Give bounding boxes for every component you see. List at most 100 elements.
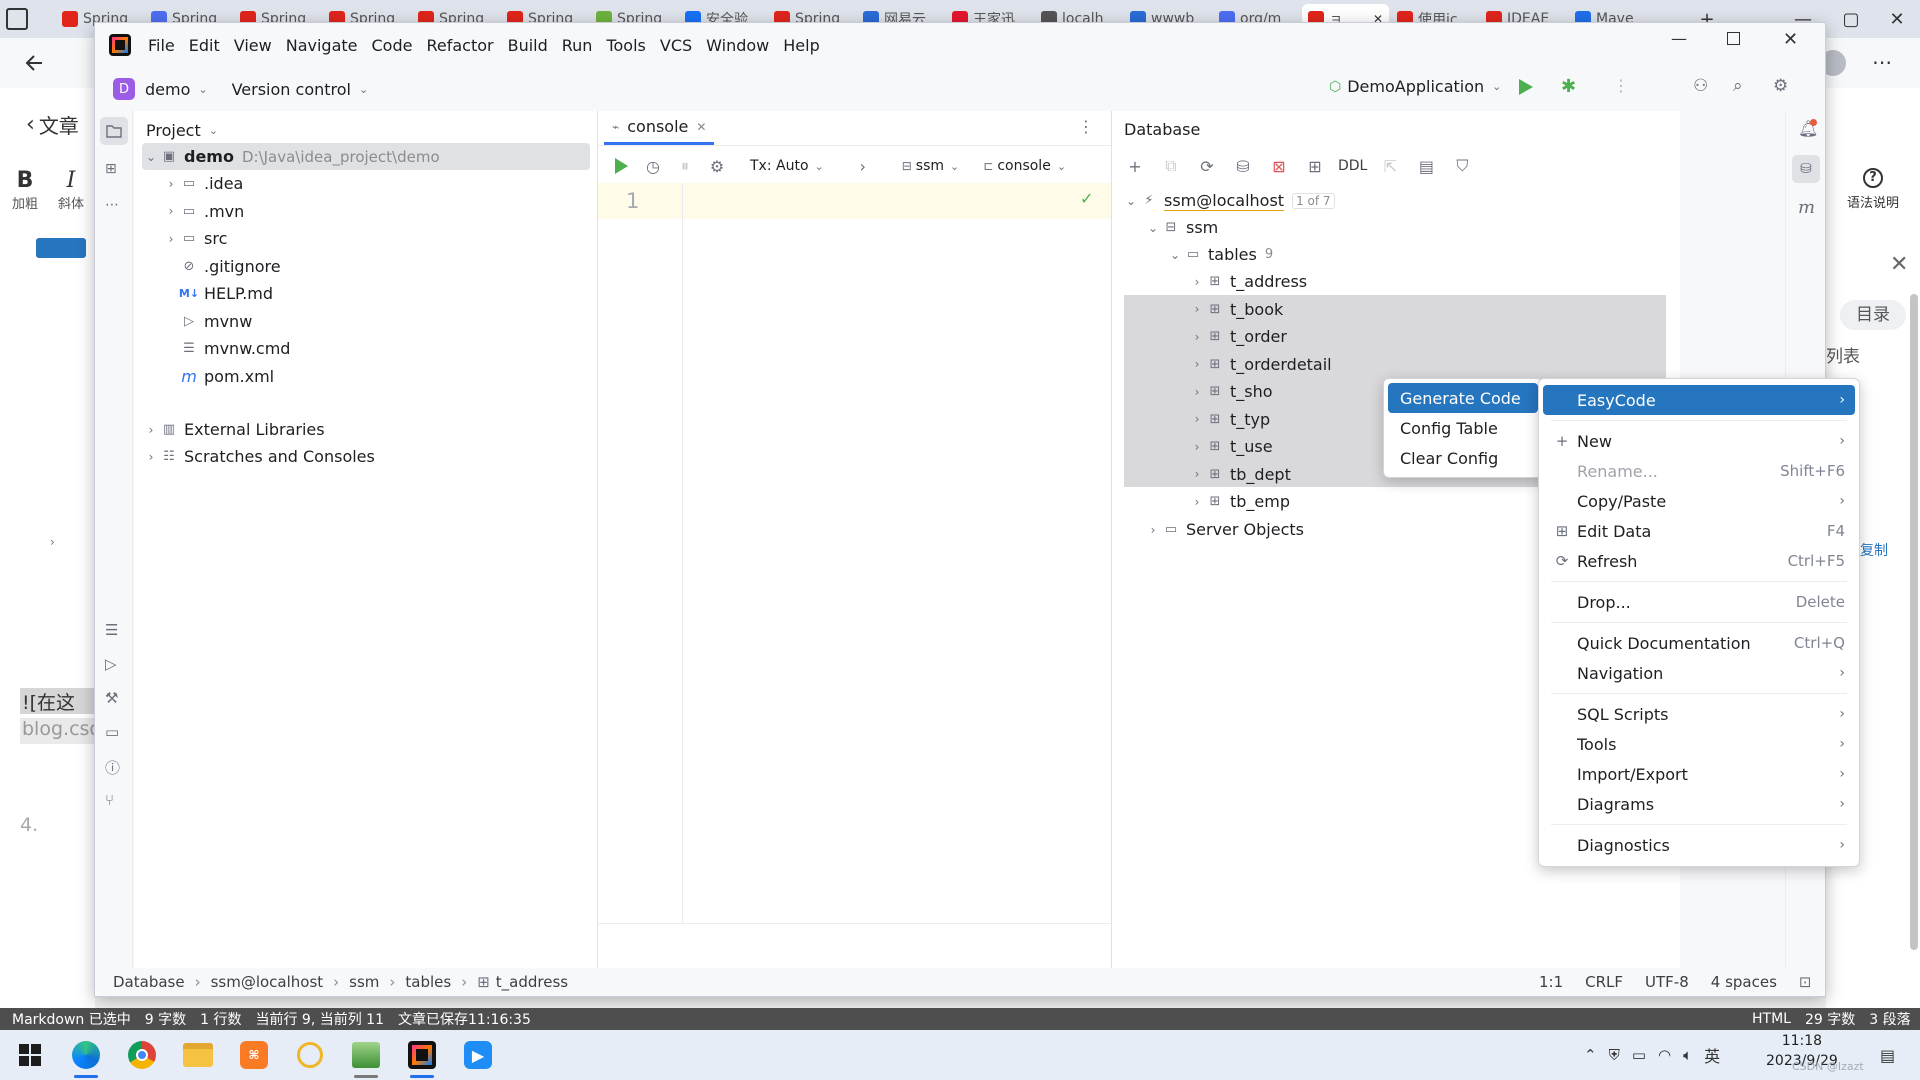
project-root[interactable]: ⌄ ▣ demo D:\Java\idea_project\demo [142,143,590,170]
database-tool-icon[interactable]: ⛁ [1792,155,1820,183]
xampp-icon[interactable]: ⌘ [226,1030,282,1080]
breadcrumb-item[interactable]: Database [113,973,185,991]
menu-item-config-table[interactable]: Config Table [1388,413,1538,443]
intellij-logo-icon[interactable] [109,34,131,56]
more-options-icon[interactable]: ⋯ [1872,50,1892,74]
chevron-right-icon[interactable]: › [850,153,876,179]
problems-tool-icon[interactable]: ⓘ [105,757,120,778]
ddl-button[interactable]: DDL [1338,158,1367,174]
terminal-tool-icon[interactable]: ▭ [105,723,119,741]
run-config-selector[interactable]: ⬡ DemoApplication ⌄ [1329,77,1501,96]
menu-item-drop[interactable]: Drop... Delete [1543,587,1855,617]
menu-refactor[interactable]: Refactor [419,36,500,55]
chevron-right-icon[interactable]: › [1188,465,1206,483]
project-item[interactable]: › ▭ src [162,225,228,252]
menu-item-new[interactable]: + New › [1543,426,1855,456]
menu-item-sql-scripts[interactable]: SQL Scripts › [1543,699,1855,729]
window-close-icon[interactable]: ✕ [1783,29,1798,50]
menu-item-quick-documentation[interactable]: Quick Documentation Ctrl+Q [1543,628,1855,658]
chevron-down-icon[interactable]: ⌄ [1166,246,1184,264]
chevron-right-icon[interactable]: › [1144,521,1162,539]
db-table[interactable]: › ⊞ t_address [1188,268,1308,295]
tray-battery-icon[interactable]: ▭ [1632,1046,1646,1064]
tab-console[interactable]: ⌁ console ✕ [604,111,715,145]
intellij-taskbar-icon[interactable] [394,1030,450,1080]
menu-item-navigation[interactable]: Navigation › [1543,658,1855,688]
more-tools-icon[interactable]: ⋯ [105,197,119,213]
table-icon[interactable]: ⊞ [1302,153,1328,179]
window-minimize-icon[interactable]: — [1671,29,1687,48]
db-tables-folder[interactable]: ⌄ ▭ tables 9 [1166,241,1273,268]
line-separator[interactable]: CRLF [1585,973,1623,991]
chevron-right-icon[interactable]: › [1188,493,1206,511]
close-tab-icon[interactable]: ✕ [696,120,706,134]
feishu-icon[interactable]: ▶ [450,1030,506,1080]
menu-help[interactable]: Help [776,36,826,55]
menu-item-generate-code[interactable]: Generate Code [1388,383,1538,413]
code-editor[interactable]: 1 ✓ [598,183,1111,923]
jump-icon[interactable]: ⇱ [1377,153,1403,179]
breadcrumb-item[interactable]: ⊞ t_address [477,973,568,991]
notification-center-icon[interactable]: ▤ [1880,1046,1895,1065]
menu-code[interactable]: Code [365,36,420,55]
chevron-right-icon[interactable]: › [1188,300,1206,318]
menu-item-edit-data[interactable]: ⊞ Edit Data F4 [1543,516,1855,546]
git-tool-icon[interactable]: ⑂ [105,791,114,809]
syntax-help-button[interactable]: ? 语法说明 [1832,168,1914,211]
project-item[interactable]: m pom.xml [162,363,274,390]
settings-gear-icon[interactable]: ⚙ [704,153,730,179]
services-tool-icon[interactable]: ▷ [105,655,117,673]
toc-button[interactable]: 目录 [1840,300,1906,330]
markdown-line[interactable]: blog.csd [20,718,104,744]
tab-actions-icon[interactable] [6,8,28,30]
caret-position[interactable]: 1:1 [1539,973,1563,991]
chevron-right-icon[interactable]: › [1188,355,1206,373]
menu-build[interactable]: Build [501,36,555,55]
history-icon[interactable]: ◷ [640,153,666,179]
italic-button[interactable]: I 斜体 [56,168,86,212]
menu-item-clear-config[interactable]: Clear Config [1388,443,1538,473]
input-method-indicator[interactable]: 英 [1704,1043,1720,1067]
copy-icon[interactable]: ⧉ [1158,153,1184,179]
db-table[interactable]: › ⊞ t_book [1188,296,1284,323]
markdown-line[interactable]: ![在这里 [20,688,95,741]
menu-run[interactable]: Run [555,36,600,55]
more-vertical-icon[interactable]: ⋮ [1613,76,1629,95]
menu-window[interactable]: Window [699,36,776,55]
settings-gear-icon[interactable]: ⚙ [1773,76,1788,96]
breadcrumb-item[interactable]: tables [405,973,451,991]
edge-browser-icon[interactable] [58,1030,114,1080]
db-properties-icon[interactable]: ⛁ [1230,153,1256,179]
db-schema[interactable]: ⌄ ⊟ ssm [1144,214,1218,241]
chevron-right-icon[interactable]: › [1188,328,1206,346]
project-item[interactable]: M↓ HELP.md [162,280,273,307]
project-item-scratches[interactable]: › ☷ Scratches and Consoles [142,443,375,470]
lock-icon[interactable]: ⊡ [1799,973,1812,991]
menu-item-tools[interactable]: Tools › [1543,729,1855,759]
tray-chevron-up-icon[interactable]: ⌃ [1584,1046,1597,1064]
project-tool-icon[interactable] [100,117,128,145]
project-item-external[interactable]: › ▥ External Libraries [142,416,325,443]
menu-tools[interactable]: Tools [599,36,652,55]
refresh-icon[interactable]: ⟳ [1194,153,1220,179]
filter-icon[interactable]: ⛉ [1449,153,1475,179]
debug-icon[interactable]: ✱ [1561,76,1576,97]
chevron-right-icon[interactable]: › [1188,410,1206,428]
breadcrumb-item[interactable]: ssm@localhost [211,973,324,991]
maven-tool-icon[interactable]: m [1798,197,1815,218]
scrollbar[interactable] [1910,294,1918,950]
tray-volume-icon[interactable]: 🔈︎ [1683,1046,1692,1064]
db-table[interactable]: › ⊞ t_order [1188,323,1287,350]
chevron-right-icon[interactable]: › [162,230,180,248]
db-table[interactable]: › ⊞ tb_dept [1188,461,1291,488]
menu-vcs[interactable]: VCS [653,36,699,55]
database-tool-icon[interactable]: ☰ [105,621,118,639]
run-icon[interactable] [1519,79,1533,95]
breadcrumb-item[interactable]: ssm [349,973,379,991]
tx-mode-selector[interactable]: Tx: Auto ⌄ [750,158,824,174]
file-encoding[interactable]: UTF-8 [1645,973,1689,991]
chevron-right-icon[interactable]: › [142,421,160,439]
add-icon[interactable]: + [1122,153,1148,179]
chevron-right-icon[interactable]: › [162,175,180,193]
db-table[interactable]: › ⊞ tb_emp [1188,488,1290,515]
